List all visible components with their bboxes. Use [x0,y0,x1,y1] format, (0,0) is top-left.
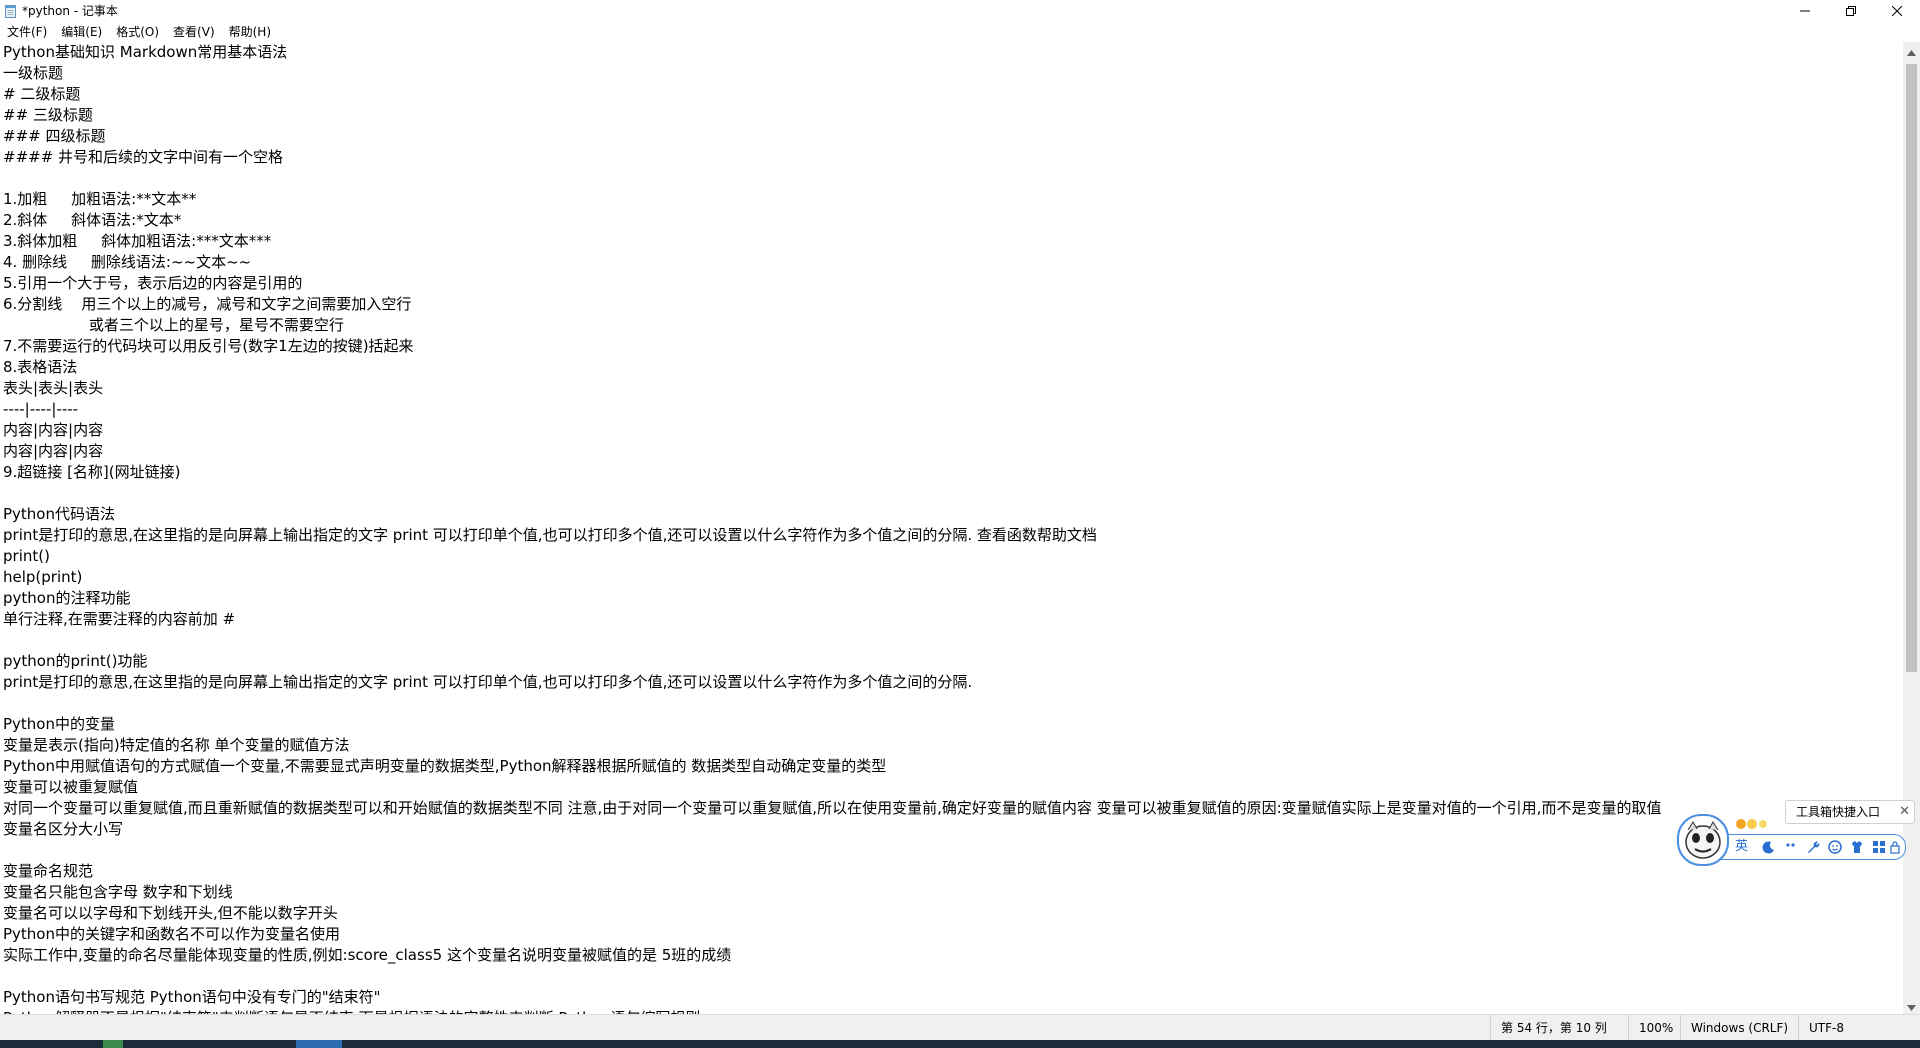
window-title: *python - 记事本 [22,4,118,18]
lock-icon[interactable] [1889,839,1901,855]
vertical-scrollbar[interactable] [1903,42,1920,1014]
ime-emoticon-icon [1735,816,1779,830]
cursor-position: 第 54 行，第 10 列 [1490,1015,1617,1041]
skin-icon[interactable] [1849,839,1865,855]
text-line[interactable]: Python中的变量 [3,714,115,735]
close-icon [1892,6,1902,16]
text-line[interactable]: ----|----|---- [3,399,78,420]
text-line[interactable]: 9.超链接 [名称](网址链接) [3,462,181,483]
taskbar-active-marker[interactable] [296,1040,342,1048]
text-line[interactable]: 变量可以被重复赋值 [3,777,138,798]
text-line[interactable]: python的注释功能 [3,588,130,609]
text-line[interactable]: # 二级标题 [3,84,80,105]
text-line[interactable]: Python代码语法 [3,504,115,525]
text-line[interactable]: 6.分割线 用三个以上的减号，减号和文字之间需要加入空行 [3,294,411,315]
status-bar: 第 54 行，第 10 列 100% Windows (CRLF) UTF-8 [0,1014,1920,1041]
text-line[interactable]: 单行注释,在需要注释的内容前加 # [3,609,235,630]
taskbar-app-marker[interactable] [103,1040,123,1048]
text-line[interactable]: 变量名区分大小写 [3,819,123,840]
text-line[interactable]: 或者三个以上的星号，星号不需要空行 [3,315,344,336]
menu-edit[interactable]: 编辑(E) [54,22,109,42]
text-line[interactable]: 实际工作中,变量的命名尽量能体现变量的性质,例如:score_class5 这个… [3,945,731,966]
restore-icon [1846,6,1856,16]
text-line[interactable]: print是打印的意思,在这里指的是向屏幕上输出指定的文字 print 可以打印… [3,672,972,693]
text-line[interactable]: 内容|内容|内容 [3,420,103,441]
restore-button[interactable] [1828,0,1874,22]
encoding: UTF-8 [1798,1015,1919,1041]
text-line[interactable]: 变量是表示(指向)特定值的名称 单个变量的赋值方法 [3,735,349,756]
text-line[interactable]: ## 三级标题 [3,105,93,126]
notepad-window: *python - 记事本 文件(F) 编辑(E) 格式(O) 查看(V) 帮助… [0,0,1920,1048]
smiley-icon[interactable] [1827,839,1843,855]
close-icon[interactable]: ✕ [1899,801,1910,823]
text-line[interactable]: print是打印的意思,在这里指的是向屏幕上输出指定的文字 print 可以打印… [3,525,1097,546]
text-line[interactable]: 变量名可以以字母和下划线开头,但不能以数字开头 [3,903,338,924]
text-line[interactable]: #### 井号和后续的文字中间有一个空格 [3,147,283,168]
text-line[interactable]: Python语句书写规范 Python语句中没有专门的"结束符" [3,987,381,1008]
menu-help[interactable]: 帮助(H) [222,22,278,42]
minimize-icon [1800,6,1810,16]
text-line[interactable]: 2.斜体 斜体语法:*文本* [3,210,181,231]
notepad-icon [4,3,18,18]
title-bar[interactable]: *python - 记事本 [0,0,1920,22]
taskbar [0,1040,1920,1048]
text-line[interactable]: Python中的关键字和函数名不可以作为变量名使用 [3,924,340,945]
chevron-up-icon [1907,41,1916,60]
text-line[interactable]: python的print()功能 [3,651,147,672]
avatar-face-icon [1685,821,1721,859]
menu-file[interactable]: 文件(F) [0,22,54,42]
text-line[interactable]: help(print) [3,567,82,588]
scroll-down-button[interactable] [1903,997,1920,1014]
moon-icon[interactable] [1761,839,1777,855]
text-line[interactable]: 8.表格语法 [3,357,77,378]
menu-bar: 文件(F) 编辑(E) 格式(O) 查看(V) 帮助(H) [0,22,1920,42]
text-line[interactable]: 7.不需要运行的代码块可以用反引号(数字1左边的按键)括起来 [3,336,414,357]
text-line[interactable]: 5.引用一个大于号，表示后边的内容是引用的 [3,273,302,294]
minimize-button[interactable] [1782,0,1828,22]
text-line[interactable]: 一级标题 [3,63,63,84]
punctuation-icon[interactable] [1783,839,1799,855]
text-line[interactable]: 内容|内容|内容 [3,441,103,462]
text-line[interactable]: ### 四级标题 [3,126,105,147]
wrench-icon[interactable] [1805,839,1821,855]
menu-format[interactable]: 格式(O) [109,22,166,42]
line-ending: Windows (CRLF) [1680,1015,1807,1041]
menu-view[interactable]: 查看(V) [166,22,222,42]
text-line[interactable]: 表头|表头|表头 [3,378,103,399]
ime-tooltip-label: 工具箱快捷入口 [1796,805,1881,819]
ime-language-toggle[interactable]: 英 [1735,837,1748,857]
text-line[interactable]: 变量命名规范 [3,861,93,882]
scroll-up-button[interactable] [1903,42,1920,59]
text-line[interactable]: 4. 删除线 删除线语法:~~文本~~ [3,252,251,273]
text-line[interactable]: 对同一个变量可以重复赋值,而且重新赋值的数据类型可以和开始赋值的数据类型不同 注… [3,798,1661,819]
ime-toolbox-tooltip[interactable]: 工具箱快捷入口 ✕ [1785,800,1915,824]
grid-icon[interactable] [1871,839,1887,855]
close-button[interactable] [1874,0,1920,22]
text-line[interactable]: print() [3,546,50,567]
text-line[interactable]: 变量名只能包含字母 数字和下划线 [3,882,233,903]
text-line[interactable]: Python基础知识 Markdown常用基本语法 [3,42,287,63]
text-editor[interactable]: Python基础知识 Markdown常用基本语法 一级标题 # 二级标题 ## 三级… [0,42,1903,1014]
scrollbar-thumb[interactable] [1906,64,1917,672]
text-line[interactable]: 3.斜体加粗 斜体加粗语法:***文本*** [3,231,271,252]
chevron-down-icon [1907,996,1916,1015]
ime-avatar[interactable] [1677,814,1729,866]
text-line[interactable]: 1.加粗 加粗语法:**文本** [3,189,196,210]
text-line[interactable]: Python中用赋值语句的方式赋值一个变量,不需要显式声明变量的数据类型,Pyt… [3,756,886,777]
